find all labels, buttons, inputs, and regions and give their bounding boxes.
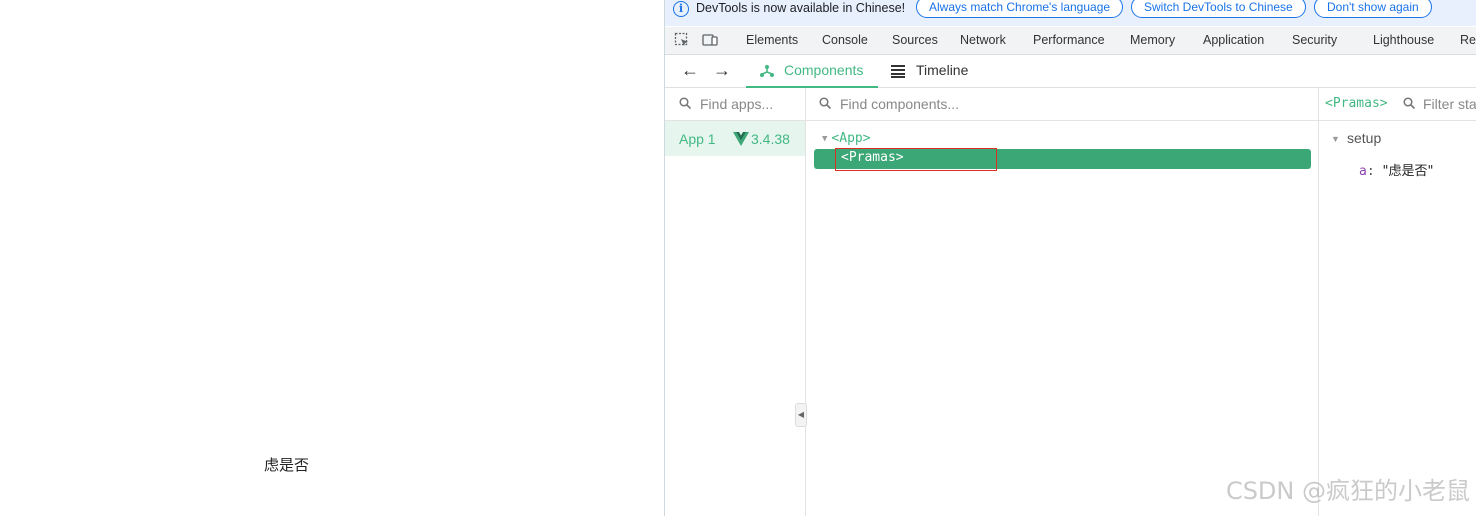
tab-memory[interactable]: Memory: [1130, 27, 1175, 54]
csdn-watermark: CSDN @疯狂的小老鼠: [1225, 477, 1470, 505]
app-search-input[interactable]: Find apps...: [700, 96, 773, 112]
tab-timeline-label: Timeline: [916, 62, 969, 78]
devtools-tabbar: Elements Console Sources Network Perform…: [665, 27, 1476, 55]
devtools-panel: i DevTools is now available in Chinese! …: [664, 0, 1476, 516]
tab-components-label: Components: [784, 62, 864, 78]
info-icon: i: [673, 1, 689, 17]
tab-components[interactable]: Components: [746, 55, 878, 88]
prop-key: a: [1359, 164, 1367, 179]
component-search[interactable]: Find components...: [806, 88, 1318, 121]
dont-show-again-button[interactable]: Don't show again: [1314, 0, 1432, 18]
expand-triangle-icon[interactable]: ▼: [1331, 134, 1340, 144]
back-arrow-icon[interactable]: ←: [681, 59, 699, 81]
timeline-icon: [891, 65, 905, 78]
components-icon: [760, 65, 774, 77]
switch-chinese-button[interactable]: Switch DevTools to Chinese: [1131, 0, 1306, 18]
state-filter-input[interactable]: Filter state...: [1423, 96, 1476, 112]
vue-version: 3.4.38: [751, 131, 790, 147]
device-toolbar-icon[interactable]: [702, 32, 718, 48]
search-icon: [1403, 97, 1415, 109]
vue-logo-icon: [733, 132, 749, 146]
component-search-input[interactable]: Find components...: [840, 96, 959, 112]
tree-node-app[interactable]: ▼ <App>: [822, 131, 871, 146]
app-list-item[interactable]: App 1 3.4.38: [665, 121, 805, 156]
prop-colon: :: [1366, 164, 1383, 179]
tab-network[interactable]: Network: [960, 27, 1006, 54]
state-header: <Pramas> Filter state...: [1319, 88, 1476, 121]
tab-application[interactable]: Application: [1203, 27, 1264, 54]
match-language-button[interactable]: Always match Chrome's language: [916, 0, 1124, 18]
setup-section-label[interactable]: setup: [1347, 130, 1381, 146]
language-infobar: i DevTools is now available in Chinese! …: [665, 0, 1476, 26]
search-icon: [819, 97, 831, 109]
infobar-message: DevTools is now available in Chinese!: [696, 1, 906, 15]
app-search[interactable]: Find apps...: [665, 88, 805, 121]
app-name: App 1: [679, 131, 716, 147]
component-tree-pane: Find components... ▼ <App> <Pramas>: [806, 88, 1319, 516]
apps-pane: Find apps... App 1 3.4.38 ◀: [665, 88, 807, 516]
prop-value: "虑是否": [1382, 164, 1434, 179]
page-rendered-text: 虑是否: [264, 456, 310, 474]
tab-lighthouse[interactable]: Lighthouse: [1373, 27, 1434, 54]
tab-security[interactable]: Security: [1292, 27, 1337, 54]
expand-triangle-icon[interactable]: ▼: [822, 134, 827, 144]
inspected-page: 虑是否: [0, 0, 664, 516]
vue-toolbar: ← → Components Timeline: [665, 55, 1476, 88]
search-icon: [679, 97, 691, 109]
tab-recorder[interactable]: Rec: [1460, 27, 1476, 54]
state-prop-row[interactable]: a: "虑是否": [1359, 160, 1433, 179]
tab-performance[interactable]: Performance: [1033, 27, 1105, 54]
selected-component-name: <Pramas>: [1325, 96, 1388, 111]
forward-arrow-icon[interactable]: →: [713, 59, 731, 81]
tab-sources[interactable]: Sources: [892, 27, 938, 54]
tab-elements[interactable]: Elements: [746, 27, 798, 54]
inspect-element-icon[interactable]: [674, 32, 690, 48]
state-inspector-pane: <Pramas> Filter state... ▼ setup a: "虑是否…: [1319, 88, 1476, 516]
highlight-annotation-box: [835, 148, 997, 171]
tab-console[interactable]: Console: [822, 27, 868, 54]
tab-timeline[interactable]: Timeline: [891, 55, 991, 86]
